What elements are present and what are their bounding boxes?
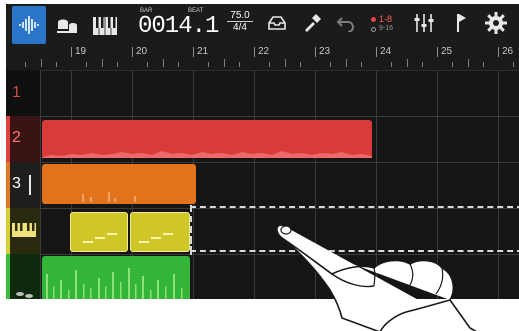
ruler-tick [360,62,362,67]
midi-notes [139,233,173,243]
selection-edge [190,205,192,255]
track-select-toggle[interactable]: 1-8 9-16 [367,14,403,38]
undo-button[interactable] [332,4,360,47]
track-3-region[interactable] [42,164,196,204]
level-meter [29,175,31,195]
track-header-2[interactable]: 2 [6,116,41,162]
waveform [82,192,136,202]
ruler-tick [177,62,179,67]
counter-value: 0014.1 [138,13,219,40]
ruler-bar-26: 26 [498,47,513,57]
track-header-3[interactable]: 3 [6,162,41,208]
track-2-region[interactable] [42,120,372,158]
ruler-tick [330,62,332,67]
tool-icon [302,13,322,38]
track-4-region-2[interactable] [130,212,190,252]
midi-track-button[interactable] [88,4,122,47]
piano-icon [12,223,36,242]
track-5-region[interactable] [42,256,190,299]
midi-notes [83,233,117,243]
track-header-1[interactable]: 1 [6,70,41,116]
ruler-tick [299,62,301,67]
ruler-bar-23: 23 [315,47,330,57]
ruler-tick [147,62,149,67]
track-select-dot-active [371,17,376,22]
ruler-bar-20: 20 [132,47,147,57]
grid-line [254,71,255,299]
screen: BAR BEAT 0014.1 75.0 4/4 1-8 9-16 19 20 … [0,0,519,331]
tool-button[interactable] [298,4,326,47]
track-4-region-1[interactable] [70,212,128,252]
waveform-icon [18,15,40,35]
ruler-tick [406,59,408,67]
ruler-tick [452,62,454,67]
position-counter[interactable]: BAR BEAT 0014.1 [136,7,219,45]
track-color-bar [6,208,10,254]
ruler-tick [391,62,393,67]
ruler-tick [86,62,88,67]
settings-button[interactable] [482,4,510,47]
ruler-bar-24: 24 [376,47,391,57]
track-header-4[interactable] [6,208,41,254]
touch-gesture-hand-illustration [270,216,485,331]
waveform [42,151,372,158]
drum-hits [46,268,183,299]
ruler-tick [467,59,469,67]
ruler-bar-21: 21 [193,47,208,57]
tempo-display[interactable]: 75.0 4/4 [223,10,257,33]
track-divider [41,116,519,117]
ruler-bar-22: 22 [254,47,269,57]
ruler-tick [421,62,423,67]
gear-icon [485,12,507,39]
ruler-tick [55,62,57,67]
tempo-value: 75.0 [230,10,250,21]
ruler-tick [345,59,347,67]
track-select-top: 1-8 [379,14,393,24]
ruler-tick [208,62,210,67]
save-icon [267,14,287,37]
track-number: 3 [12,175,21,192]
mixer-icon [413,13,435,38]
ruler-bar-25: 25 [437,47,452,57]
track-select-dot-inactive [371,27,376,32]
track-header-5[interactable] [6,254,41,299]
drum-icon [14,288,34,299]
ruler-tick [513,62,515,67]
ruler-tick [116,62,118,67]
marker-icon [454,13,468,38]
ruler-tick [284,59,286,67]
marker-button[interactable] [447,4,475,47]
audio-track-button[interactable] [12,6,46,44]
drum-icon [55,16,79,36]
track-color-bar [6,116,10,162]
ruler-tick [238,62,240,67]
ruler-tick [269,62,271,67]
ruler-tick [162,59,164,67]
mixer-button[interactable] [410,4,438,47]
track-divider [41,162,519,163]
ruler-tick [482,62,484,67]
bar-ruler[interactable]: 19 20 21 22 23 24 25 26 [6,47,519,71]
track-color-bar [6,254,10,299]
track-number: 1 [12,84,21,101]
ruler-tick [40,59,42,67]
drum-track-button[interactable] [50,4,84,47]
piano-icon [93,16,117,35]
track-color-bar [6,162,10,208]
ruler-tick [101,59,103,67]
save-button[interactable] [263,4,291,47]
ruler-tick [25,62,27,67]
undo-icon [336,14,356,37]
toolbar: BAR BEAT 0014.1 75.0 4/4 1-8 9-16 [6,4,519,47]
track-select-bottom: 9-16 [379,25,394,32]
ruler-bar-19: 19 [71,47,86,57]
ruler-tick [223,59,225,67]
track-number: 2 [12,129,21,146]
grid-line [498,71,499,299]
time-signature: 4/4 [227,21,253,33]
